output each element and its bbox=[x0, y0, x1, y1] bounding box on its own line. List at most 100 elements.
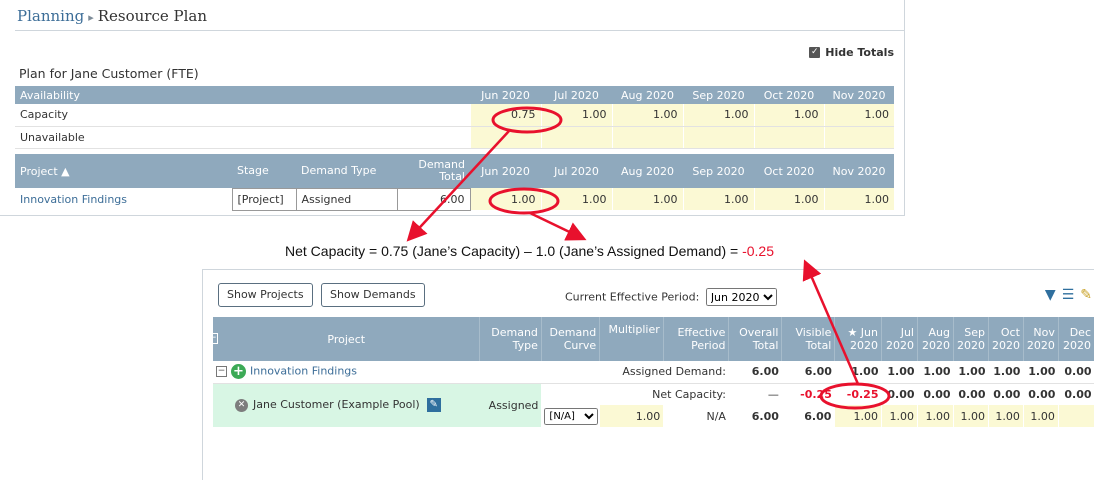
remove-icon[interactable]: ✕ bbox=[235, 398, 248, 412]
collapse-all-icon[interactable]: − bbox=[207, 332, 219, 344]
filter-icon[interactable]: ▼ bbox=[1045, 288, 1056, 302]
show-projects-button[interactable]: Show Projects bbox=[218, 283, 313, 307]
demand-type-header: Demand Type bbox=[479, 317, 542, 361]
demand-month-cell[interactable]: 1.00 bbox=[953, 405, 989, 427]
toolbar-icons: ▼ ☰ ✎ bbox=[1045, 288, 1092, 302]
unavailable-cell[interactable] bbox=[823, 126, 894, 149]
resource-plan-panel: Planning ▸ Resource Plan ✓ Hide Totals Pla… bbox=[0, 0, 905, 216]
breadcrumb-separator-icon: ▸ bbox=[88, 11, 94, 24]
month-value: 0.00 bbox=[1058, 361, 1094, 384]
project-link[interactable]: Innovation Findings bbox=[250, 365, 357, 378]
unavailable-cell[interactable] bbox=[540, 126, 612, 149]
month-value: 1.00 bbox=[834, 361, 882, 384]
month-value: 1.00 bbox=[881, 361, 918, 384]
capacity-cell[interactable]: 1.00 bbox=[540, 104, 612, 127]
month-header: Sep 2020 bbox=[683, 86, 754, 104]
effective-period-label: Current Effective Period: bbox=[565, 290, 700, 304]
net-month-value: -0.25 bbox=[846, 387, 879, 401]
month-header: Nov 2020 bbox=[1023, 317, 1059, 361]
net-month-value: 0.00 bbox=[1028, 387, 1056, 401]
demand-month-cell[interactable]: 1.00 bbox=[834, 405, 882, 427]
net-capacity-formula: Net Capacity = 0.75 (Jane’s Capacity) – … bbox=[285, 243, 774, 259]
unavailable-label: Unavailable bbox=[15, 126, 470, 149]
demand-month-cell[interactable]: 1.00 bbox=[880, 405, 918, 427]
breadcrumb-planning-link[interactable]: Planning bbox=[17, 7, 84, 25]
month-header: Dec 2020 bbox=[1058, 317, 1094, 361]
capacity-cell[interactable]: 1.00 bbox=[611, 104, 683, 127]
unavailable-cell[interactable] bbox=[682, 126, 754, 149]
demand-cell[interactable]: 1.00 bbox=[753, 188, 824, 210]
month-header: Aug 2020 bbox=[612, 154, 683, 188]
month-header: Jun 2020 bbox=[470, 86, 541, 104]
edit-assignment-icon[interactable]: ✎ bbox=[426, 398, 441, 413]
demand-cell[interactable]: 1.00 bbox=[540, 188, 612, 210]
demand-cell[interactable]: 1.00 bbox=[611, 188, 683, 210]
demand-curve-header: Demand Curve bbox=[541, 317, 601, 361]
month-header: Jul 2020 bbox=[541, 154, 612, 188]
month-header: ★ Jun 2020 bbox=[834, 317, 882, 361]
hide-totals-toggle[interactable]: ✓ Hide Totals bbox=[809, 46, 894, 59]
effective-period-control: Current Effective Period: Jun 2020 bbox=[565, 288, 777, 306]
plan-title: Plan for Jane Customer (FTE) bbox=[19, 66, 199, 81]
demand-cell[interactable]: 1.00 bbox=[823, 188, 894, 210]
capacity-cell[interactable]: 0.75 bbox=[469, 104, 541, 127]
availability-header: Availability bbox=[15, 86, 470, 104]
month-value: 1.00 bbox=[1023, 361, 1059, 384]
assigned-demand-label: Assigned Demand: bbox=[479, 361, 729, 384]
add-icon[interactable]: + bbox=[231, 364, 246, 380]
visible-total-header: Visible Total bbox=[781, 317, 836, 361]
show-demands-button[interactable]: Show Demands bbox=[321, 283, 425, 307]
unavailable-cell[interactable] bbox=[753, 126, 824, 149]
formula-result: -0.25 bbox=[742, 243, 774, 259]
month-header: Oct 2020 bbox=[988, 317, 1024, 361]
project-header-label: Project bbox=[327, 332, 366, 346]
month-value: 1.00 bbox=[988, 361, 1024, 384]
project-sort-header[interactable]: Project ▲ bbox=[15, 154, 232, 188]
capacity-cell[interactable]: 1.00 bbox=[753, 104, 824, 127]
overall-total-header: Overall Total bbox=[728, 317, 783, 361]
demand-arrow bbox=[529, 211, 587, 241]
effective-period-select[interactable]: Jun 2020 bbox=[705, 288, 777, 306]
project-cell: − + Innovation Findings bbox=[213, 361, 480, 384]
resource-name: Jane Customer (Example Pool) bbox=[253, 398, 420, 412]
month-header: Jul 2020 bbox=[881, 317, 919, 361]
net-capacity-label: Net Capacity: bbox=[652, 387, 726, 401]
month-value: 1.00 bbox=[953, 361, 989, 384]
unavailable-cell[interactable] bbox=[469, 126, 541, 149]
capacity-cell[interactable]: 1.00 bbox=[682, 104, 754, 127]
multiplier-cell[interactable]: 1.00 bbox=[599, 405, 664, 427]
checkbox-checked-icon[interactable]: ✓ bbox=[809, 47, 821, 58]
collapse-icon[interactable]: − bbox=[216, 366, 227, 378]
demand-cell[interactable]: 1.00 bbox=[682, 188, 754, 210]
stage-cell: [Project] bbox=[231, 187, 297, 211]
demand-type-header: Demand Type bbox=[296, 154, 397, 188]
columns-icon[interactable]: ☰ bbox=[1062, 288, 1075, 302]
demand-month-cell[interactable] bbox=[1057, 405, 1094, 427]
edit-icon[interactable]: ✎ bbox=[1080, 288, 1092, 302]
month-header: Aug 2020 bbox=[612, 86, 683, 104]
breadcrumb: Planning ▸ Resource Plan bbox=[17, 7, 207, 25]
formula-text: Net Capacity = 0.75 (Jane’s Capacity) – … bbox=[285, 243, 743, 259]
visible-total-cell: 6.00 bbox=[804, 409, 832, 423]
month-header: Aug 2020 bbox=[917, 317, 955, 361]
demand-cell[interactable]: 1.00 bbox=[469, 188, 541, 210]
demand-curve-select[interactable]: [N/A] bbox=[544, 407, 599, 425]
month-header: Nov 2020 bbox=[824, 154, 894, 188]
net-month-value: 0.00 bbox=[958, 387, 986, 401]
capacity-row: Capacity 0.75 1.00 1.00 1.00 1.00 1.00 bbox=[15, 104, 894, 127]
demand-type-cell: Assigned bbox=[295, 187, 398, 211]
visible-total-cell: 6.00 bbox=[781, 361, 835, 384]
capacity-cell[interactable]: 1.00 bbox=[823, 104, 894, 127]
net-capacity-row: ✕ Jane Customer (Example Pool) ✎ Assigned … bbox=[213, 383, 1094, 427]
unavailable-cell[interactable] bbox=[611, 126, 683, 149]
availability-table: Availability Jun 2020 Jul 2020 Aug 2020 … bbox=[15, 86, 894, 149]
effective-period-cell: N/A bbox=[706, 409, 726, 423]
demand-month-cell[interactable]: 1.00 bbox=[916, 405, 954, 427]
demand-month-cell[interactable]: 1.00 bbox=[987, 405, 1024, 427]
net-visible-cell: -0.25 bbox=[800, 387, 832, 401]
resource-demand-type: Assigned bbox=[479, 383, 542, 427]
demand-month-cell[interactable]: 1.00 bbox=[1022, 405, 1059, 427]
project-link[interactable]: Innovation Findings bbox=[15, 188, 232, 210]
month-header: Sep 2020 bbox=[683, 154, 754, 188]
curve-cell: [N/A] bbox=[541, 405, 599, 427]
